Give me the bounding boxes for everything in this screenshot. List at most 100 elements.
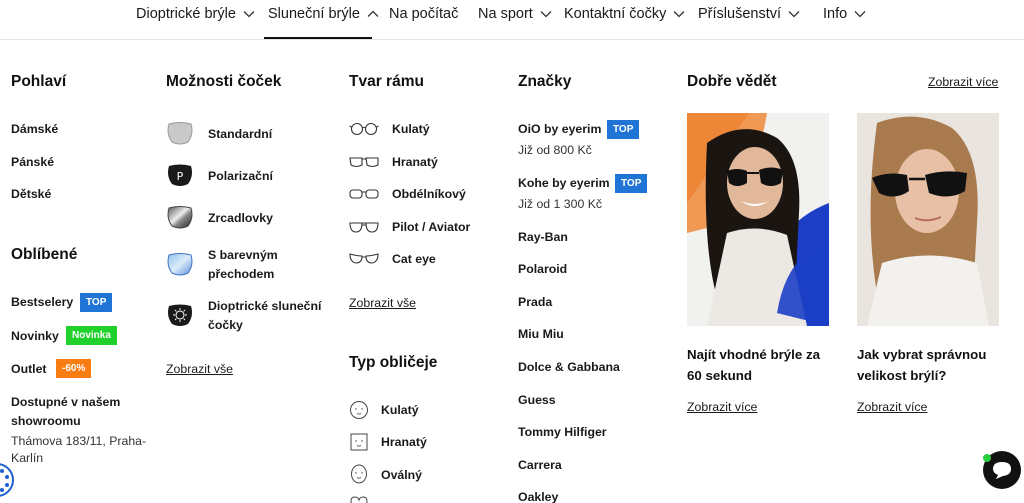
- chat-bubble-icon: [993, 462, 1011, 479]
- card-title-size[interactable]: Jak vybrat správnou velikost brýlí?: [857, 344, 1007, 386]
- showroom-link-line2[interactable]: showroomu: [11, 414, 81, 428]
- lens-gradient-link-line1[interactable]: S barevným: [208, 248, 278, 262]
- chevron-down-icon: [540, 11, 552, 18]
- polarized-lens-icon: P: [168, 164, 192, 186]
- chevron-up-icon: [367, 10, 379, 17]
- discount-badge: -60%: [56, 359, 92, 378]
- top-badge: TOP: [80, 293, 113, 312]
- nav-label: Na sport: [478, 6, 533, 22]
- frame-show-all-link[interactable]: Zobrazit vše: [349, 296, 416, 310]
- brand-miu-miu-link[interactable]: Miu Miu: [518, 327, 564, 341]
- gender-men-link[interactable]: Pánské: [11, 155, 54, 169]
- square-face-icon: [350, 433, 368, 451]
- top-badge: TOP: [615, 174, 648, 193]
- lens-prescription-link-line1[interactable]: Dioptrické sluneční: [208, 299, 321, 313]
- showroom-link-line1[interactable]: Dostupné v našem: [11, 395, 120, 409]
- card-image-size[interactable]: [857, 113, 999, 326]
- brand-ray-ban-link[interactable]: Ray-Ban: [518, 230, 568, 244]
- card-title-line1: Najít vhodné brýle za: [687, 347, 821, 362]
- prescription-lens-icon: [168, 304, 192, 326]
- nav-sport[interactable]: Na sport: [478, 4, 552, 24]
- card-size-show-more-link[interactable]: Zobrazit více: [857, 400, 927, 414]
- card-title-line2: 60 sekund: [687, 368, 753, 383]
- woman-sunglasses-photo: [857, 113, 999, 326]
- showroom-address-line1: Thámova 183/11, Praha-: [11, 434, 147, 448]
- gender-kids-link[interactable]: Dětské: [11, 187, 51, 201]
- brand-tommy-hilfiger-link[interactable]: Tommy Hilfiger: [518, 425, 607, 439]
- chevron-down-icon: [788, 11, 800, 18]
- chevron-down-icon: [673, 11, 685, 18]
- brand-oakley-link[interactable]: Oakley: [518, 490, 558, 503]
- face-square-link[interactable]: Hranatý: [381, 435, 427, 449]
- nav-accessories[interactable]: Příslušenství: [698, 4, 800, 24]
- card-title-quiz[interactable]: Najít vhodné brýle za 60 sekund: [687, 344, 837, 386]
- gradient-lens-icon: [167, 253, 193, 276]
- brand-oio-link[interactable]: OiO by eyerim: [518, 122, 601, 136]
- lens-polarized-link[interactable]: Polarizační: [208, 169, 273, 183]
- lens-standard-link[interactable]: Standardní: [208, 127, 272, 141]
- standard-lens-icon: [167, 122, 193, 145]
- lens-prescription-link-line2[interactable]: čočky: [208, 318, 243, 332]
- nav-contact-lenses[interactable]: Kontaktní čočky: [564, 4, 685, 24]
- brand-carrera-link[interactable]: Carrera: [518, 458, 562, 472]
- card-title-line1: Jak vybrat správnou: [857, 347, 987, 362]
- svg-text:P: P: [177, 170, 184, 183]
- brand-polaroid-link[interactable]: Polaroid: [518, 262, 567, 276]
- cat-eye-frame-icon: [349, 253, 379, 264]
- chevron-down-icon: [854, 11, 866, 18]
- face-round-link[interactable]: Kulatý: [381, 403, 419, 417]
- lens-options-title: Možnosti čoček: [166, 73, 282, 90]
- nav-computer-glasses[interactable]: Na počítač: [389, 4, 458, 24]
- face-type-title: Typ obličeje: [349, 354, 438, 371]
- bestsellers-link[interactable]: Bestselery: [11, 295, 73, 309]
- nav-sunglasses[interactable]: Sluneční brýle: [268, 4, 379, 24]
- frame-cat-eye-link[interactable]: Cat eye: [392, 252, 436, 266]
- gender-women-link[interactable]: Dámské: [11, 122, 58, 136]
- frame-rectangle-link[interactable]: Obdélníkový: [392, 187, 466, 201]
- oval-face-icon: [351, 464, 367, 484]
- face-oval-link[interactable]: Oválný: [381, 468, 422, 482]
- lens-gradient-link-line2[interactable]: přechodem: [208, 267, 274, 281]
- news-link[interactable]: Novinky: [11, 329, 59, 343]
- nav-eyeglasses[interactable]: Dioptrické brýle: [136, 4, 255, 24]
- lens-show-all-link[interactable]: Zobrazit vše: [166, 362, 233, 376]
- round-frame-icon: [349, 122, 379, 136]
- mirror-lens-icon: [167, 206, 193, 229]
- card-quiz-show-more-link[interactable]: Zobrazit více: [687, 400, 757, 414]
- brand-kohe-price: Již od 1 300 Kč: [518, 197, 603, 211]
- frame-aviator-link[interactable]: Pilot / Aviator: [392, 220, 470, 234]
- accessibility-button[interactable]: [0, 463, 14, 497]
- good-to-know-title: Dobře vědět: [687, 73, 777, 90]
- good-to-know-show-more-link[interactable]: Zobrazit více: [928, 75, 998, 89]
- chevron-down-icon: [243, 11, 255, 18]
- brand-kohe-link[interactable]: Kohe by eyerim: [518, 176, 610, 190]
- accessibility-icon: [0, 469, 9, 492]
- nav-label: Kontaktní čočky: [564, 6, 667, 22]
- woman-sunglasses-photo: [687, 113, 829, 326]
- popular-title: Oblíbené: [11, 246, 78, 263]
- aviator-frame-icon: [349, 222, 379, 233]
- lens-mirror-link[interactable]: Zrcadlovky: [208, 211, 273, 225]
- card-image-quiz[interactable]: [687, 113, 829, 326]
- frame-shape-title: Tvar rámu: [349, 73, 424, 90]
- nav-label: Info: [823, 6, 848, 22]
- card-title-line2: velikost brýlí?: [857, 368, 947, 383]
- nav-label: Dioptrické brýle: [136, 6, 236, 22]
- frame-round-link[interactable]: Kulatý: [392, 122, 430, 136]
- outlet-link[interactable]: Outlet: [11, 362, 47, 376]
- brand-oio-price: Již od 800 Kč: [518, 143, 592, 157]
- brand-prada-link[interactable]: Prada: [518, 295, 552, 309]
- brand-guess-link[interactable]: Guess: [518, 393, 556, 407]
- nav-label: Na počítač: [389, 6, 459, 22]
- frame-square-link[interactable]: Hranatý: [392, 155, 438, 169]
- active-nav-underline: [264, 37, 372, 39]
- rectangle-frame-icon: [349, 189, 379, 199]
- brand-dolce-gabbana-link[interactable]: Dolce & Gabbana: [518, 360, 620, 374]
- nav-info[interactable]: Info: [823, 4, 866, 24]
- brands-title: Značky: [518, 73, 572, 90]
- heart-face-icon: [350, 496, 368, 503]
- nav-label: Příslušenství: [698, 6, 781, 22]
- top-badge: TOP: [607, 120, 640, 139]
- main-navigation: Dioptrické brýle Sluneční brýle Na počít…: [0, 0, 1024, 40]
- novinka-badge: Novinka: [66, 326, 117, 345]
